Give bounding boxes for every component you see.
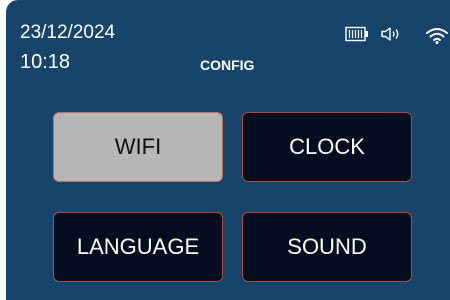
wifi-icon (426, 28, 448, 44)
sound-button[interactable]: SOUND (242, 212, 412, 282)
date-label: 23/12/2024 (20, 22, 116, 43)
config-screen: 23/12/2024 10:18 CONFIG WIFI CLOCK LANGU… (6, 0, 450, 300)
clock-button-label: CLOCK (289, 134, 365, 159)
sound-button-label: SOUND (287, 234, 367, 259)
language-button[interactable]: LANGUAGE (53, 212, 223, 282)
time-label: 10:18 (20, 51, 71, 73)
page-title: CONFIG (200, 57, 255, 73)
wifi-button-label: WIFI (114, 134, 162, 159)
language-button-label: LANGUAGE (76, 234, 200, 259)
clock-button[interactable]: CLOCK (242, 112, 412, 182)
wifi-button[interactable]: WIFI (53, 112, 223, 182)
speaker-icon (381, 27, 399, 41)
battery-icon (345, 26, 368, 42)
